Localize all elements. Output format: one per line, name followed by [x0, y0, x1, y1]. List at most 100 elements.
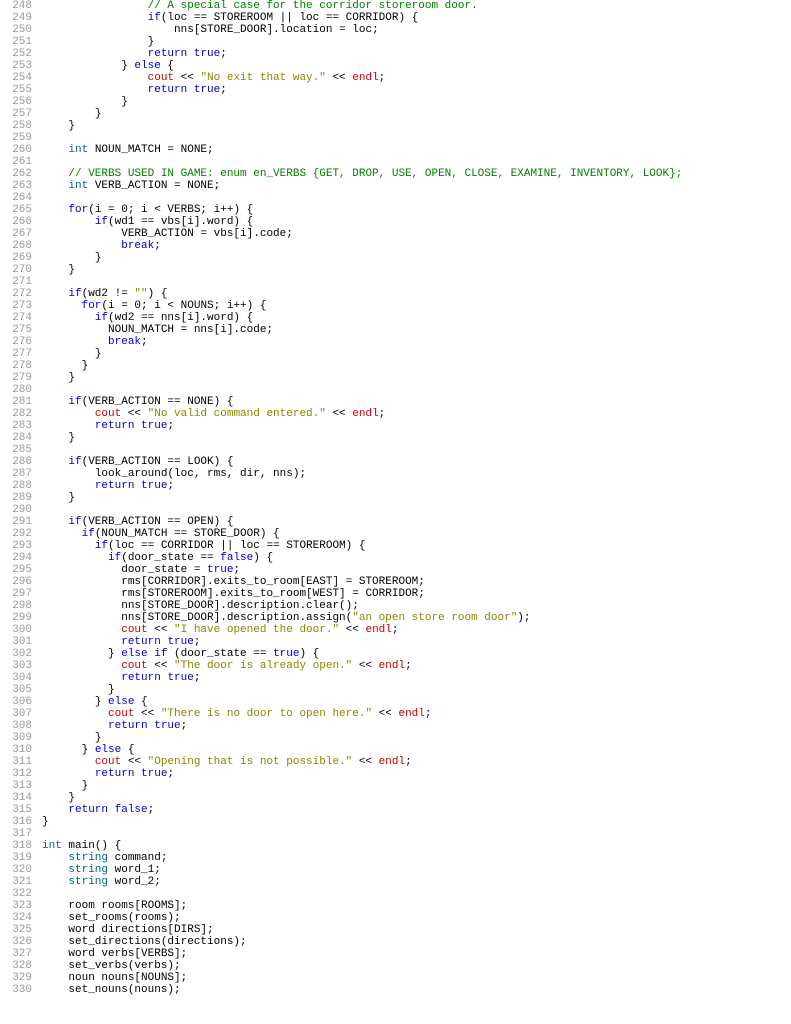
code-line[interactable]: rms[CORRIDOR].exits_to_room[EAST] = STOR…: [42, 576, 791, 588]
line-number: 300: [0, 624, 32, 636]
code-line[interactable]: [42, 504, 791, 516]
code-area[interactable]: // A special case for the corridor store…: [42, 0, 791, 996]
code-line[interactable]: set_directions(directions);: [42, 936, 791, 948]
code-line[interactable]: cout << "Opening that is not possible." …: [42, 756, 791, 768]
code-line[interactable]: return true;: [42, 84, 791, 96]
code-line[interactable]: }: [42, 432, 791, 444]
code-line[interactable]: // VERBS USED IN GAME: enum en_VERBS {GE…: [42, 168, 791, 180]
code-line[interactable]: [42, 132, 791, 144]
code-line[interactable]: }: [42, 264, 791, 276]
code-line[interactable]: if(VERB_ACTION == LOOK) {: [42, 456, 791, 468]
code-line[interactable]: for(i = 0; i < VERBS; i++) {: [42, 204, 791, 216]
code-line[interactable]: if(VERB_ACTION == NONE) {: [42, 396, 791, 408]
code-line[interactable]: }: [42, 108, 791, 120]
line-number: 290: [0, 504, 32, 516]
code-line[interactable]: cout << "No valid command entered." << e…: [42, 408, 791, 420]
code-line[interactable]: [42, 888, 791, 900]
line-number: 278: [0, 360, 32, 372]
code-line[interactable]: cout << "There is no door to open here."…: [42, 708, 791, 720]
code-line[interactable]: set_nouns(nouns);: [42, 984, 791, 996]
code-line[interactable]: }: [42, 780, 791, 792]
code-line[interactable]: } else {: [42, 696, 791, 708]
code-line[interactable]: }: [42, 96, 791, 108]
code-line[interactable]: [42, 444, 791, 456]
code-line[interactable]: word directions[DIRS];: [42, 924, 791, 936]
code-line[interactable]: set_rooms(rooms);: [42, 912, 791, 924]
code-line[interactable]: return true;: [42, 768, 791, 780]
code-line[interactable]: }: [42, 684, 791, 696]
code-line[interactable]: }: [42, 816, 791, 828]
line-number: 319: [0, 852, 32, 864]
code-line[interactable]: } else if (door_state == true) {: [42, 648, 791, 660]
code-line[interactable]: [42, 156, 791, 168]
code-line[interactable]: }: [42, 732, 791, 744]
code-line[interactable]: [42, 828, 791, 840]
code-line[interactable]: if(loc == STOREROOM || loc == CORRIDOR) …: [42, 12, 791, 24]
code-line[interactable]: if(VERB_ACTION == OPEN) {: [42, 516, 791, 528]
code-line[interactable]: door_state = true;: [42, 564, 791, 576]
code-line[interactable]: NOUN_MATCH = nns[i].code;: [42, 324, 791, 336]
code-line[interactable]: string command;: [42, 852, 791, 864]
line-number: 294: [0, 552, 32, 564]
code-line[interactable]: rms[STOREROOM].exits_to_room[WEST] = COR…: [42, 588, 791, 600]
code-line[interactable]: [42, 192, 791, 204]
code-line[interactable]: cout << "The door is already open." << e…: [42, 660, 791, 672]
code-line[interactable]: VERB_ACTION = vbs[i].code;: [42, 228, 791, 240]
code-line[interactable]: string word_2;: [42, 876, 791, 888]
line-number: 329: [0, 972, 32, 984]
code-line[interactable]: nns[STORE_DOOR].description.clear();: [42, 600, 791, 612]
line-number: 261: [0, 156, 32, 168]
code-line[interactable]: }: [42, 372, 791, 384]
code-line[interactable]: look_around(loc, rms, dir, nns);: [42, 468, 791, 480]
code-line[interactable]: if(door_state == false) {: [42, 552, 791, 564]
code-line[interactable]: if(loc == CORRIDOR || loc == STOREROOM) …: [42, 540, 791, 552]
line-number: 250: [0, 24, 32, 36]
code-line[interactable]: return false;: [42, 804, 791, 816]
code-line[interactable]: int VERB_ACTION = NONE;: [42, 180, 791, 192]
code-line[interactable]: for(i = 0; i < NOUNS; i++) {: [42, 300, 791, 312]
code-line[interactable]: return true;: [42, 480, 791, 492]
code-line[interactable]: if(wd1 == vbs[i].word) {: [42, 216, 791, 228]
code-line[interactable]: cout << "No exit that way." << endl;: [42, 72, 791, 84]
code-line[interactable]: if(wd2 == nns[i].word) {: [42, 312, 791, 324]
line-number: 285: [0, 444, 32, 456]
code-line[interactable]: set_verbs(verbs);: [42, 960, 791, 972]
code-line[interactable]: [42, 276, 791, 288]
code-line[interactable]: return true;: [42, 48, 791, 60]
code-line[interactable]: break;: [42, 240, 791, 252]
line-number: 252: [0, 48, 32, 60]
line-number: 310: [0, 744, 32, 756]
code-line[interactable]: string word_1;: [42, 864, 791, 876]
code-line[interactable]: return true;: [42, 420, 791, 432]
code-line[interactable]: int main() {: [42, 840, 791, 852]
code-line[interactable]: } else {: [42, 60, 791, 72]
code-line[interactable]: }: [42, 492, 791, 504]
line-number: 255: [0, 84, 32, 96]
line-number: 262: [0, 168, 32, 180]
code-line[interactable]: return true;: [42, 672, 791, 684]
code-line[interactable]: room rooms[ROOMS];: [42, 900, 791, 912]
code-line[interactable]: [42, 384, 791, 396]
code-line[interactable]: nns[STORE_DOOR].location = loc;: [42, 24, 791, 36]
code-line[interactable]: }: [42, 348, 791, 360]
code-line[interactable]: // A special case for the corridor store…: [42, 0, 791, 12]
code-line[interactable]: if(wd2 != "") {: [42, 288, 791, 300]
code-line[interactable]: }: [42, 360, 791, 372]
code-line[interactable]: int NOUN_MATCH = NONE;: [42, 144, 791, 156]
code-line[interactable]: noun nouns[NOUNS];: [42, 972, 791, 984]
line-number: 291: [0, 516, 32, 528]
code-line[interactable]: nns[STORE_DOOR].description.assign("an o…: [42, 612, 791, 624]
code-line[interactable]: if(NOUN_MATCH == STORE_DOOR) {: [42, 528, 791, 540]
line-number: 326: [0, 936, 32, 948]
code-line[interactable]: return true;: [42, 636, 791, 648]
code-line[interactable]: }: [42, 792, 791, 804]
code-line[interactable]: }: [42, 36, 791, 48]
code-line[interactable]: } else {: [42, 744, 791, 756]
code-line[interactable]: word verbs[VERBS];: [42, 948, 791, 960]
code-line[interactable]: }: [42, 120, 791, 132]
line-number: 251: [0, 36, 32, 48]
code-line[interactable]: cout << "I have opened the door." << end…: [42, 624, 791, 636]
code-line[interactable]: }: [42, 252, 791, 264]
code-line[interactable]: break;: [42, 336, 791, 348]
code-line[interactable]: return true;: [42, 720, 791, 732]
